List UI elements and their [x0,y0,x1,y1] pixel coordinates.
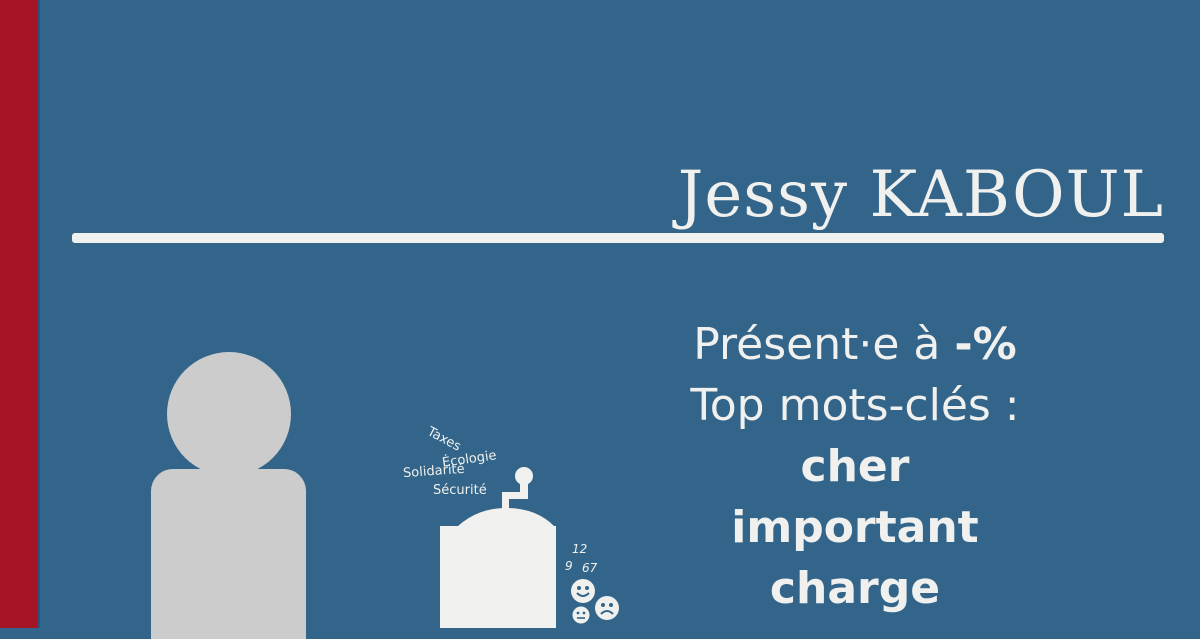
person-head [167,352,291,476]
side-accent-bar [0,0,38,628]
keyword-2: important [731,502,979,553]
presence-value: -% [954,319,1017,370]
happy-face-icon [571,579,595,603]
presence-label: Présent·e à [693,319,955,370]
title-underline [72,233,1164,243]
keyword-1: cher [800,441,910,492]
grinder-number-2: 9 [565,559,573,573]
grinder-number-1: 12 [572,542,588,556]
grinder-number-3: 67 [582,561,598,575]
keyword-3: charge [769,563,941,614]
candidate-name: Jessy KABOUL [677,158,1164,232]
presence-line: Présent·e à -% [620,314,1090,375]
grinder-word-4: Sécurité [433,483,487,498]
sad-face-icon [595,596,619,620]
stats-block: Présent·e à -% Top mots-clés : cher impo… [620,314,1090,619]
side-accent-line [38,0,40,628]
person-body [151,469,306,639]
keywords-label: Top mots-clés : [690,380,1020,431]
neutral-face-icon [572,606,590,624]
